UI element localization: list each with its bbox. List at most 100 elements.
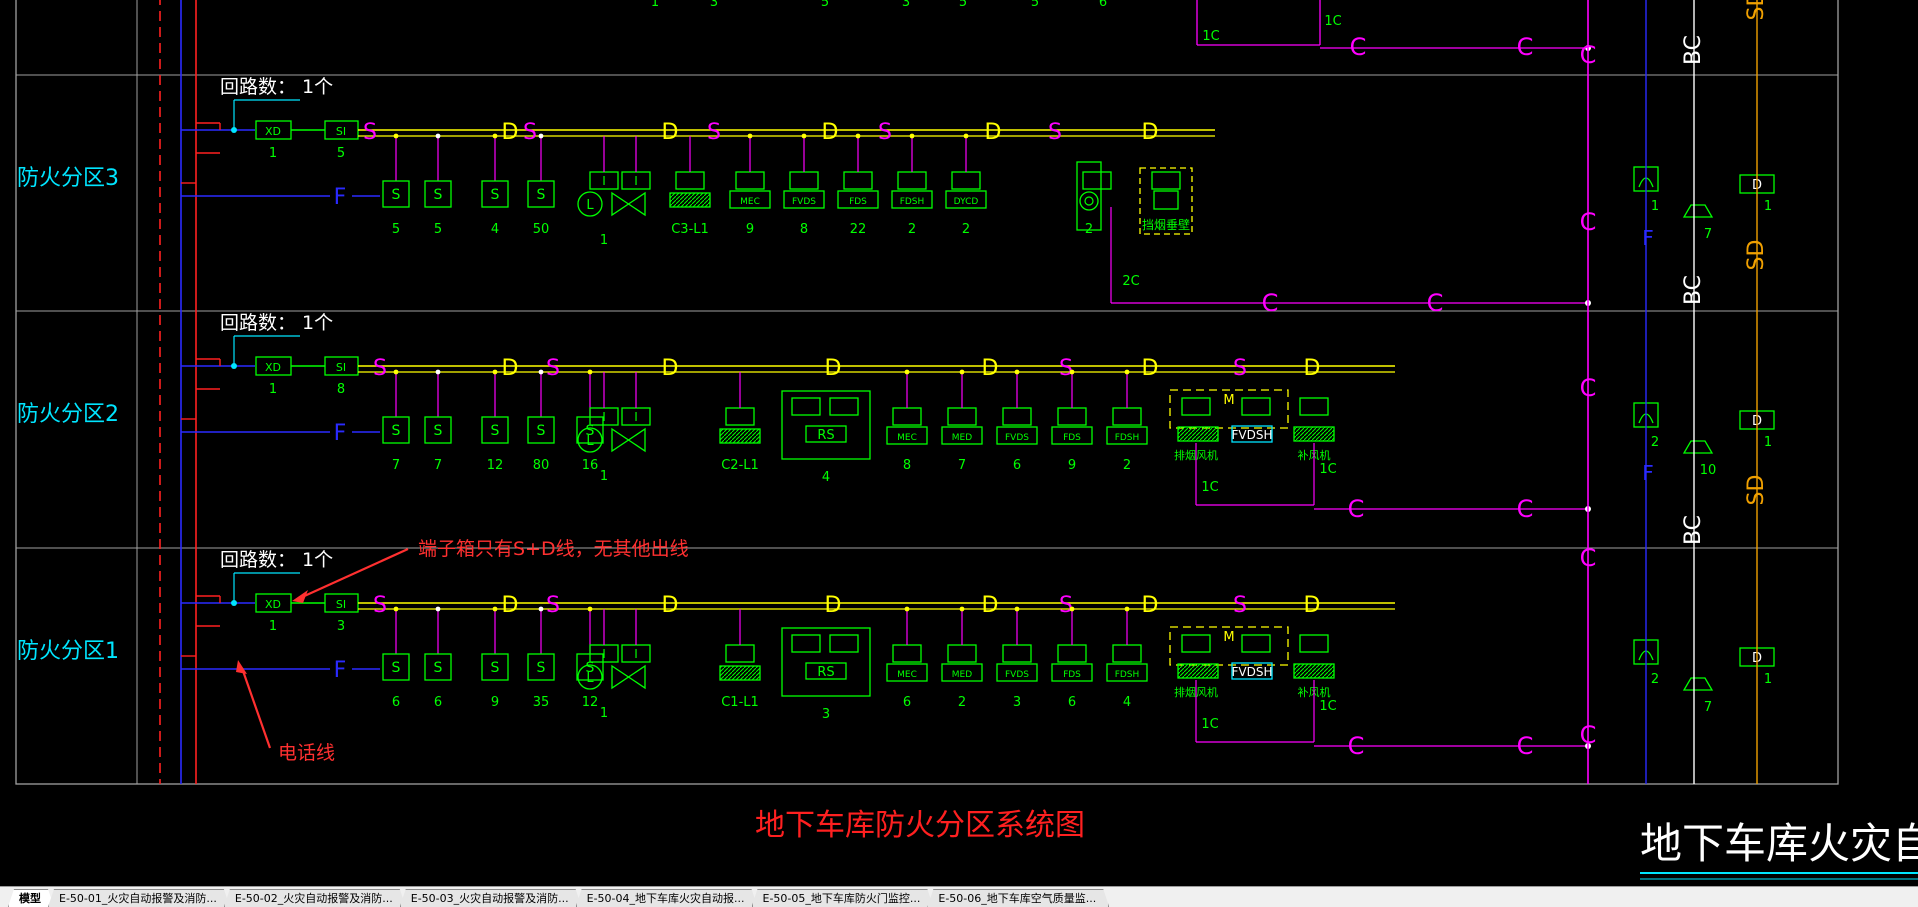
i-label: I — [602, 174, 606, 188]
drawing-title: 地下车库防火分区系统图 — [755, 808, 1085, 843]
s-marker: S — [373, 356, 387, 381]
riser-c-symbol: C — [1580, 208, 1597, 236]
d-marker: D — [662, 356, 679, 381]
detector-glyph: S — [537, 187, 546, 203]
io-box — [947, 644, 977, 663]
io-box — [675, 171, 705, 190]
module-count: 3 — [1013, 695, 1021, 710]
d-marker: D — [502, 356, 519, 381]
layout-tab-bar: 模型 E-50-01_火灾自动报警及消防... E-50-02_火灾自动报警及消防.… — [0, 886, 1918, 907]
d-marker: D — [822, 120, 839, 145]
io-box — [1241, 634, 1271, 653]
module-count: 8 — [800, 222, 808, 237]
layout-tab[interactable]: E-50-04_地下车库火灾自动报... — [576, 889, 758, 907]
valve-icon — [611, 191, 646, 217]
riser-c-symbol: C — [1580, 374, 1597, 402]
telephone-annotation: 电话线 — [278, 742, 335, 764]
junction-dot — [231, 600, 237, 606]
cad-drawing[interactable]: 1 3 5 3 5 5 61C1CC C 防火分区3回路数： 1个XD1SI5S D S D S D S D… — [0, 0, 1918, 886]
f-marker: F — [334, 185, 347, 210]
layout-tab[interactable]: E-50-06_地下车库空气质量监... — [927, 889, 1109, 907]
junction-dot — [587, 369, 593, 375]
m-label: M — [1223, 393, 1234, 408]
module-count: 6 — [903, 695, 911, 710]
bc-label: BC — [1681, 275, 1706, 305]
layout-tab[interactable]: E-50-02_火灾自动报警及消防... — [224, 889, 406, 907]
junction-dot — [538, 606, 544, 612]
xd-label: XD — [265, 125, 281, 138]
loop-label: 1C — [1319, 462, 1336, 477]
loop-label: 2C — [1122, 274, 1139, 289]
annotations: 端子箱只有S+D线，无其他出线电话线 — [236, 538, 689, 764]
riser-c-symbol: C — [1580, 41, 1597, 69]
cable-c-symbol: C — [1517, 495, 1534, 523]
junction-dot — [747, 133, 753, 139]
bc-label: BC — [1681, 515, 1706, 545]
junction-dot — [587, 606, 593, 612]
layout-tab[interactable]: E-50-01_火灾自动报警及消防... — [48, 889, 230, 907]
i-label: I — [634, 410, 638, 424]
d-marker: D — [1304, 356, 1321, 381]
module-code-label: FDS — [1063, 433, 1081, 443]
smoke-barrier-icon — [1153, 190, 1179, 210]
rs-count: 4 — [822, 470, 830, 485]
riser-f-symbol: F — [1642, 461, 1654, 485]
cad-drawing-canvas[interactable]: 1 3 5 3 5 5 6 1C 1C C C 防火分区3 回路数： 1个 XD 1 SI 5 S D S D S D S D… — [0, 0, 1918, 886]
strobe-count: 7 — [1704, 227, 1712, 242]
level-switch-label: L — [586, 434, 594, 449]
bell-inner-icon — [1084, 196, 1094, 206]
loop-label: 1C — [1201, 480, 1218, 495]
junction-dot — [492, 606, 498, 612]
supply-fan-icon — [1293, 663, 1335, 679]
module-count: 9 — [1068, 458, 1076, 473]
detector-count: 12 — [582, 695, 599, 710]
s-marker: S — [1059, 593, 1073, 618]
module-count: 6 — [1013, 458, 1021, 473]
module-code-label: FVDS — [1005, 433, 1029, 443]
module-count: 2 — [958, 695, 966, 710]
layout-tab[interactable]: E-50-05_地下车库防火门监控... — [752, 889, 934, 907]
valve-count: 1 — [600, 469, 608, 484]
smoke-barrier-label: 挡烟垂壁 — [1142, 217, 1190, 232]
io-box — [1181, 397, 1211, 416]
drawing-title-partial: 地下车库火灾自动报警及 — [1640, 819, 1918, 868]
junction-dot — [904, 369, 910, 375]
junction-dot — [393, 606, 399, 612]
detector-count: 9 — [491, 695, 499, 710]
circuit-label: C2-L1 — [721, 458, 759, 473]
module-count: 2 — [1123, 458, 1131, 473]
detector-glyph: S — [434, 423, 443, 439]
d-marker: D — [502, 593, 519, 618]
module-count: 4 — [1123, 695, 1131, 710]
speaker-count: 2 — [1651, 672, 1659, 687]
io-box — [1299, 397, 1329, 416]
s-marker: S — [363, 120, 377, 145]
module-count: 22 — [850, 222, 867, 237]
valve-icon — [611, 427, 646, 453]
module-count: 6 — [1068, 695, 1076, 710]
layout-tab[interactable]: E-50-03_火灾自动报警及消防... — [400, 889, 582, 907]
detector-count: 4 — [491, 222, 499, 237]
layout-tab[interactable]: 模型 — [8, 889, 54, 907]
io-box — [1151, 171, 1181, 190]
d-marker: D — [662, 120, 679, 145]
io-box — [1112, 644, 1142, 663]
d-marker: D — [825, 356, 842, 381]
s-marker: S — [1048, 120, 1062, 145]
detector-glyph: S — [434, 187, 443, 203]
fvdsh-label: FVDSH — [1232, 428, 1273, 442]
circuit-label: C3-L1 — [671, 222, 709, 237]
zone-label: 防火分区3 — [17, 166, 119, 191]
cable-c-symbol: C — [1427, 289, 1444, 317]
speaker-count: 1 — [1651, 199, 1659, 214]
supply-fan-icon — [1293, 426, 1335, 442]
io-box — [897, 171, 927, 190]
detector-count: 12 — [487, 458, 504, 473]
fvdsh-label: FVDSH — [1232, 665, 1273, 679]
loop-label: 1C — [1201, 717, 1218, 732]
strobe-count: 7 — [1704, 700, 1712, 715]
top-partial-row: 1 3 5 3 5 5 6 1C 1C C C — [651, 0, 1591, 61]
loop-label: 1C — [1319, 699, 1336, 714]
io-box — [791, 634, 821, 653]
top-device-count: 3 — [902, 0, 910, 10]
